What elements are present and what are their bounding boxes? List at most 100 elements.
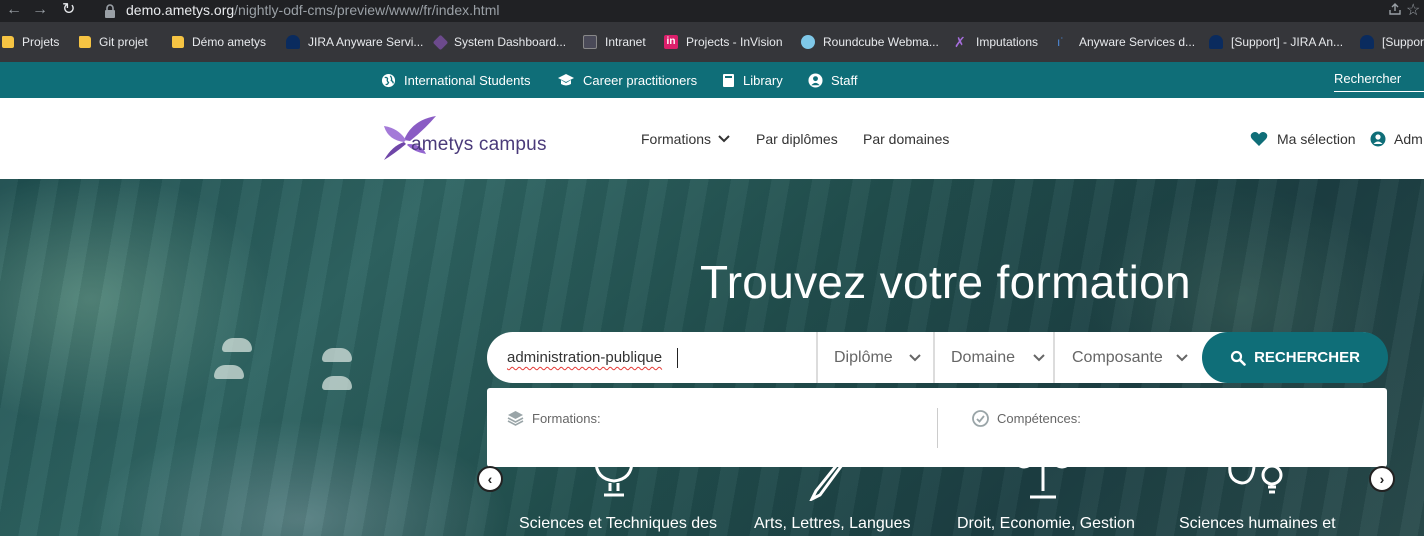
search-button-label: RECHERCHER xyxy=(1254,349,1360,366)
select-label: Domaine xyxy=(951,348,1016,366)
bookmark-imputations[interactable]: ✗ Imputations xyxy=(954,22,1038,62)
link-label: International Students xyxy=(404,72,531,88)
lock-icon xyxy=(105,4,115,18)
menu-label: Par domaines xyxy=(863,130,950,147)
lamp-shape xyxy=(322,376,352,390)
dashboard-icon xyxy=(432,34,449,50)
link-international-students[interactable]: International Students xyxy=(381,62,530,98)
search-suggestions: Formations: Compétences: xyxy=(487,388,1387,467)
bookmark-label: JIRA Anyware Servi... xyxy=(308,35,424,49)
search-divider xyxy=(1053,332,1055,383)
category-arts-lettres[interactable]: Arts, Lettres, Langues xyxy=(754,515,911,533)
jira-icon xyxy=(1360,35,1374,49)
roundcube-icon xyxy=(801,35,815,49)
search-input[interactable]: administration-publique xyxy=(507,332,662,383)
search-divider xyxy=(933,332,935,383)
chevron-down-icon xyxy=(718,134,730,142)
jira-icon xyxy=(286,35,300,49)
bookmark-label: Git projet xyxy=(99,35,148,49)
bookmark-label: Projects - InVision xyxy=(686,35,783,49)
carousel-prev-button[interactable]: ‹ xyxy=(477,466,503,492)
top-utility-bar: International Students Career practition… xyxy=(0,62,1424,98)
selection-label: Ma sélection xyxy=(1277,130,1356,147)
lamp-shape xyxy=(214,365,244,379)
category-sciences-humaines[interactable]: Sciences humaines et xyxy=(1179,515,1336,533)
bookmark-label: Intranet xyxy=(605,35,646,49)
bookmark-support-jira[interactable]: [Support] - JIRA An... xyxy=(1209,22,1343,62)
chevron-down-icon xyxy=(1033,353,1045,361)
site-header: ametys campus Formations Par diplômes Pa… xyxy=(0,98,1424,179)
chevron-down-icon xyxy=(908,353,921,361)
suggest-label: Compétences: xyxy=(997,410,1081,426)
menu-par-domaines[interactable]: Par domaines xyxy=(863,98,949,179)
bookmark-system-dashboard[interactable]: System Dashboard... xyxy=(432,22,567,62)
invision-icon: in xyxy=(664,35,678,49)
link-library[interactable]: Library xyxy=(722,62,783,98)
browser-address-bar: ← → ↻ demo.ametys.org/nightly-odf-cms/pr… xyxy=(0,0,1424,22)
menu-formations[interactable]: Formations xyxy=(641,98,731,179)
layers-icon xyxy=(507,411,524,426)
lamp-shape xyxy=(322,348,352,362)
pen-icon xyxy=(809,461,844,501)
anyware-icon: ı˙ xyxy=(1057,35,1065,49)
text-caret xyxy=(677,348,678,368)
menu-label: Par diplômes xyxy=(756,130,838,147)
bookmark-label: [Suppor xyxy=(1382,35,1424,49)
bookmark-label: Projets xyxy=(22,35,60,49)
bookmark-roundcube[interactable]: Roundcube Webma... xyxy=(801,22,939,62)
bookmark-label: Roundcube Webma... xyxy=(823,35,939,49)
bookmark-label: Imputations xyxy=(976,35,1039,49)
bookmark-projets[interactable]: Projets xyxy=(2,22,59,62)
back-icon[interactable]: ← xyxy=(6,0,22,22)
intranet-icon xyxy=(583,35,597,49)
bookmark-intranet[interactable]: Intranet xyxy=(583,22,646,62)
account-label: Adm xyxy=(1394,130,1423,147)
hero-banner: Trouvez votre formation administration-p… xyxy=(0,179,1424,536)
share-icon[interactable] xyxy=(1388,2,1402,16)
bookmark-anyware-services[interactable]: ı˙ Anyware Services d... xyxy=(1057,22,1195,62)
url-text[interactable]: demo.ametys.org/nightly-odf-cms/preview/… xyxy=(126,1,499,19)
link-staff[interactable]: Staff xyxy=(808,62,858,98)
category-sciences-techniques[interactable]: Sciences et Techniques des xyxy=(519,515,717,533)
suggest-divider xyxy=(937,408,938,448)
logo-text: ametys campus xyxy=(411,134,547,155)
book-icon xyxy=(723,73,734,87)
select-composante[interactable]: Composante xyxy=(1072,332,1188,383)
link-label: Library xyxy=(743,72,783,88)
bookmark-invision[interactable]: in Projects - InVision xyxy=(664,22,783,62)
bookmark-demo-ametys[interactable]: Démo ametys xyxy=(172,22,266,62)
select-domaine[interactable]: Domaine xyxy=(951,332,1045,383)
account-link[interactable]: Adm xyxy=(1370,98,1423,179)
forward-icon[interactable]: → xyxy=(32,0,48,22)
suggest-formations: Formations: xyxy=(507,388,601,448)
select-diplome[interactable]: Diplôme xyxy=(834,332,921,383)
folder-icon xyxy=(2,36,14,48)
bookmark-label: Anyware Services d... xyxy=(1079,35,1196,49)
link-career-practitioners[interactable]: Career practitioners xyxy=(557,62,697,98)
reload-icon[interactable]: ↻ xyxy=(62,0,75,22)
carousel-next-button[interactable]: › xyxy=(1369,466,1395,492)
bookmark-jira-anyware[interactable]: JIRA Anyware Servi... xyxy=(286,22,423,62)
search-divider xyxy=(816,332,818,383)
heart-icon xyxy=(1250,131,1268,146)
bookmarks-bar: Projets Git projet Démo ametys JIRA Anyw… xyxy=(0,22,1424,62)
search-button[interactable]: RECHERCHER xyxy=(1202,332,1388,383)
url-path: /nightly-odf-cms/preview/www/fr/index.ht… xyxy=(234,2,500,18)
bookmark-git-projet[interactable]: Git projet xyxy=(79,22,148,62)
select-label: Composante xyxy=(1072,348,1163,366)
bookmark-star-icon[interactable]: ☆ xyxy=(1406,0,1420,20)
brain-idea-icon xyxy=(1228,464,1283,494)
bookmark-label: System Dashboard... xyxy=(454,35,567,49)
check-circle-icon xyxy=(972,409,989,427)
folder-icon xyxy=(79,36,91,48)
user-circle-icon xyxy=(1370,131,1386,146)
top-search-input[interactable]: Rechercher xyxy=(1334,70,1424,92)
chevron-down-icon xyxy=(1176,353,1188,361)
menu-par-diplomes[interactable]: Par diplômes xyxy=(756,98,838,179)
bookmark-label: [Support] - JIRA An... xyxy=(1231,35,1344,49)
category-droit-economie[interactable]: Droit, Economie, Gestion xyxy=(957,515,1135,533)
ma-selection-link[interactable]: Ma sélection xyxy=(1250,98,1356,179)
bookmark-support-2[interactable]: [Suppor xyxy=(1360,22,1424,62)
scales-icon xyxy=(1012,461,1074,499)
link-label: Career practitioners xyxy=(583,72,698,88)
